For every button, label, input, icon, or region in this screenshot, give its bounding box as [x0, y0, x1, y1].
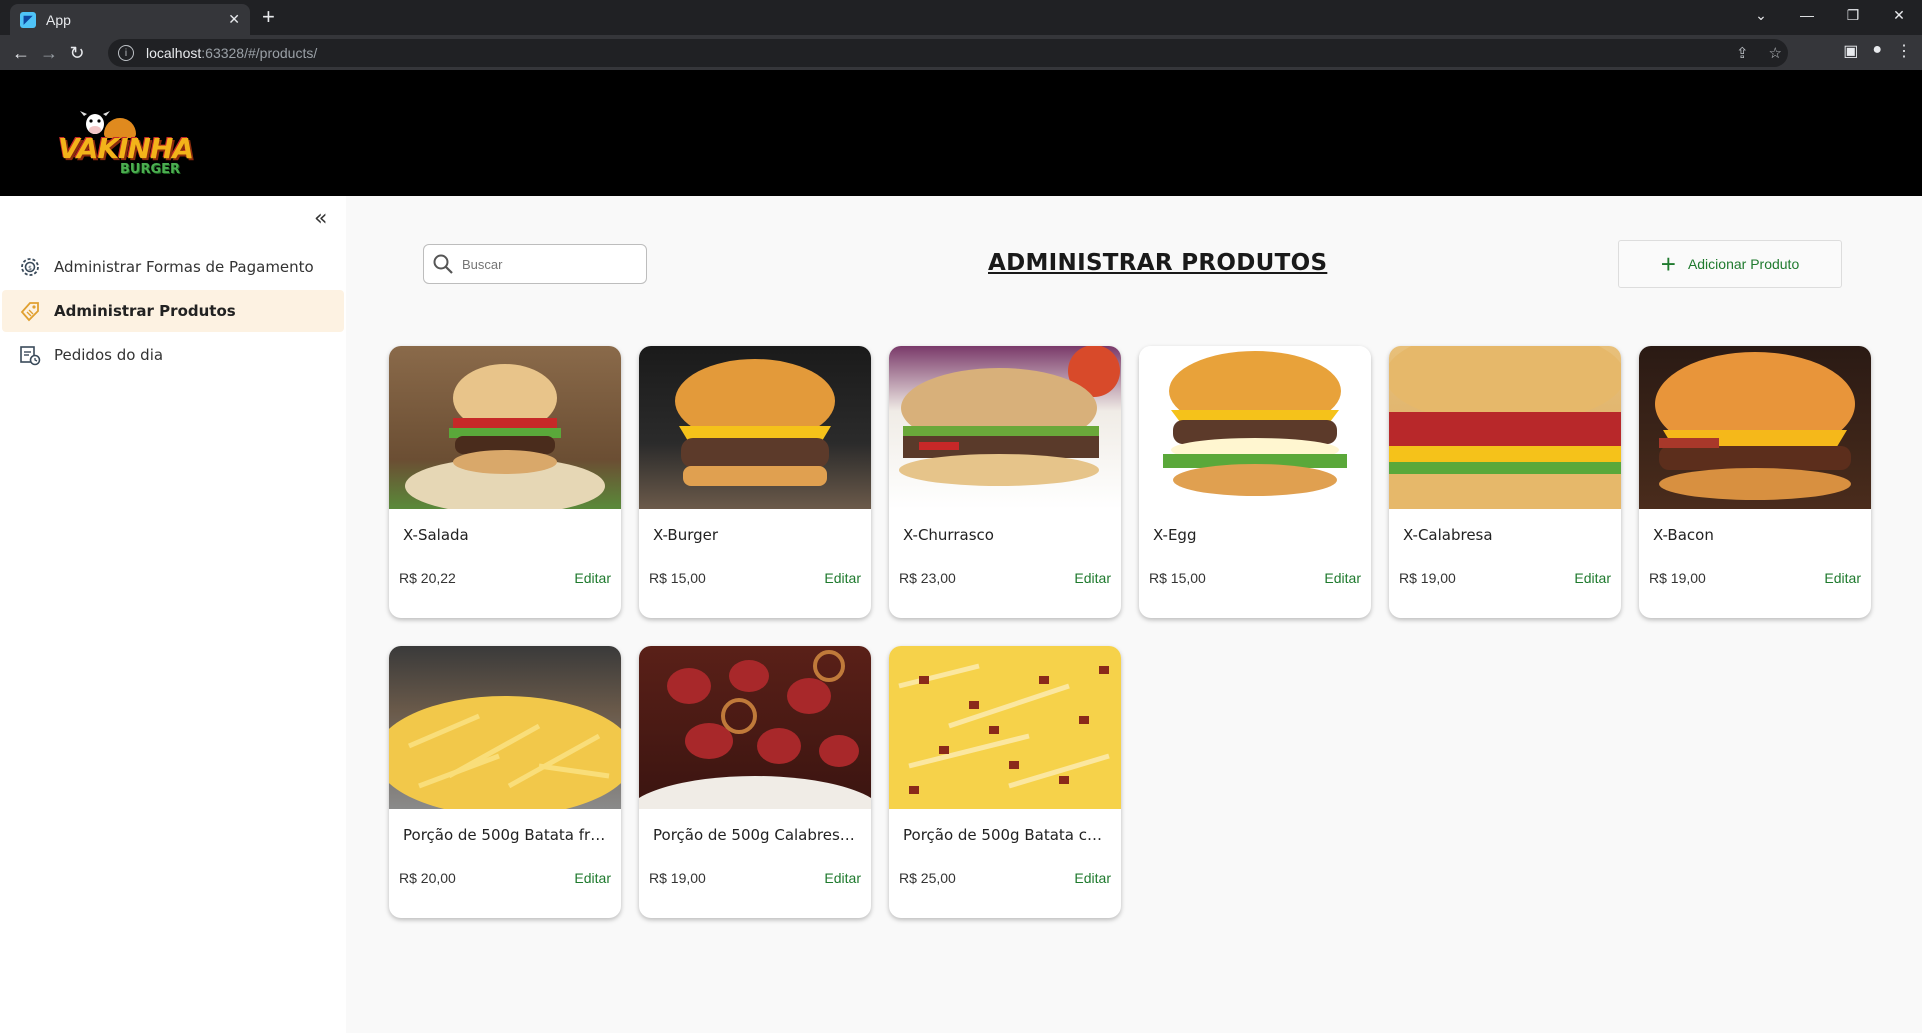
svg-text:$: $ — [28, 265, 32, 272]
app-header: VAKINHA BURGER — [0, 70, 1922, 196]
product-card[interactable]: X-Salada R$ 20,22 Editar — [389, 346, 621, 618]
edit-product-button[interactable]: Editar — [574, 570, 611, 586]
menu-kebab-icon[interactable]: ⋮ — [1896, 41, 1912, 61]
search-icon — [433, 254, 453, 274]
page-title: ADMINISTRAR PRODUTOS — [988, 250, 1328, 276]
product-price: R$ 15,00 — [649, 570, 706, 586]
edit-product-button[interactable]: Editar — [824, 570, 861, 586]
collapse-sidebar-icon[interactable]: « — [314, 206, 327, 231]
edit-product-button[interactable]: Editar — [1074, 570, 1111, 586]
product-card[interactable]: X-Egg R$ 15,00 Editar — [1139, 346, 1371, 618]
product-price: R$ 20,00 — [399, 870, 456, 886]
window-controls: ⌄ — ❐ ✕ — [1738, 0, 1922, 30]
product-image — [389, 346, 621, 509]
vakinha-burger-logo: VAKINHA BURGER — [58, 110, 194, 180]
product-image — [639, 646, 871, 809]
add-product-label: Adicionar Produto — [1687, 256, 1800, 272]
product-name: Porção de 500g Calabresa a... — [653, 826, 857, 844]
close-tab-icon[interactable]: ✕ — [228, 11, 240, 28]
add-product-button[interactable]: + Adicionar Produto — [1618, 240, 1842, 288]
search-box[interactable] — [423, 244, 647, 284]
tag-icon — [18, 299, 42, 323]
product-price: R$ 19,00 — [649, 870, 706, 886]
forward-icon[interactable]: → — [36, 40, 62, 66]
tab-search-icon[interactable]: ⌄ — [1738, 0, 1784, 30]
sidebar-item-label: Pedidos do dia — [54, 346, 164, 364]
product-price: R$ 19,00 — [1399, 570, 1456, 586]
new-tab-icon[interactable]: + — [262, 6, 275, 28]
tab-title: App — [46, 11, 71, 28]
gear-payment-icon: $ — [18, 255, 42, 279]
sidebar-item-payment-methods[interactable]: $ Administrar Formas de Pagamento — [2, 246, 344, 288]
edit-product-button[interactable]: Editar — [824, 870, 861, 886]
product-price: R$ 20,22 — [399, 570, 456, 586]
bookmark-star-icon[interactable]: ☆ — [1769, 44, 1782, 62]
url-path: :63328/#/products/ — [201, 45, 318, 61]
sidebar-item-orders[interactable]: Pedidos do dia — [2, 334, 344, 376]
profile-icon[interactable]: ● — [1872, 41, 1882, 61]
logo-sub: BURGER — [120, 162, 181, 177]
reload-icon[interactable]: ↻ — [64, 40, 90, 66]
orders-calendar-icon — [18, 343, 42, 367]
edit-product-button[interactable]: Editar — [1824, 570, 1861, 586]
browser-tab[interactable]: ◤ App ✕ — [10, 4, 250, 35]
product-image — [1389, 346, 1621, 509]
minimize-icon[interactable]: — — [1784, 0, 1830, 30]
product-card[interactable]: Porção de 500g Batata com ... R$ 25,00 E… — [889, 646, 1121, 918]
product-price: R$ 25,00 — [899, 870, 956, 886]
address-bar[interactable]: i localhost:63328/#/products/ — [108, 39, 1788, 67]
sidebar: « $ Administrar Formas de Pagamento Admi… — [0, 196, 346, 1033]
product-name: X-Bacon — [1653, 526, 1714, 544]
browser-tab-strip: ◤ App ✕ + ⌄ — ❐ ✕ — [0, 0, 1922, 35]
product-name: X-Burger — [653, 526, 719, 544]
edit-product-button[interactable]: Editar — [1574, 570, 1611, 586]
product-name: X-Churrasco — [903, 526, 994, 544]
edit-product-button[interactable]: Editar — [574, 870, 611, 886]
product-image — [1139, 346, 1371, 509]
back-icon[interactable]: ← — [8, 40, 34, 66]
main-content: ADMINISTRAR PRODUTOS + Adicionar Produto… — [346, 196, 1922, 1033]
sidebar-item-label: Administrar Produtos — [54, 302, 236, 320]
product-name: Porção de 500g Batata com ... — [903, 826, 1107, 844]
product-price: R$ 23,00 — [899, 570, 956, 586]
flutter-favicon-icon: ◤ — [20, 11, 36, 28]
share-icon[interactable]: ⇪ — [1736, 44, 1749, 62]
toolbar-actions: ▣ ● ⋮ — [1843, 41, 1912, 61]
product-card[interactable]: X-Burger R$ 15,00 Editar — [639, 346, 871, 618]
edit-product-button[interactable]: Editar — [1074, 870, 1111, 886]
browser-toolbar: ← → ↻ i localhost:63328/#/products/ ⇪ ☆ … — [0, 35, 1922, 70]
product-name: X-Calabresa — [1403, 526, 1493, 544]
product-price: R$ 15,00 — [1149, 570, 1206, 586]
product-card[interactable]: Porção de 500g Calabresa a... R$ 19,00 E… — [639, 646, 871, 918]
site-info-icon[interactable]: i — [118, 45, 134, 61]
product-image — [1639, 346, 1871, 509]
product-card[interactable]: X-Bacon R$ 19,00 Editar — [1639, 346, 1871, 618]
product-card[interactable]: X-Churrasco R$ 23,00 Editar — [889, 346, 1121, 618]
product-card[interactable]: X-Calabresa R$ 19,00 Editar — [1389, 346, 1621, 618]
close-window-icon[interactable]: ✕ — [1876, 0, 1922, 30]
product-image — [389, 646, 621, 809]
restore-icon[interactable]: ❐ — [1830, 0, 1876, 30]
search-input[interactable] — [462, 256, 622, 272]
plus-icon: + — [1660, 249, 1676, 279]
edit-product-button[interactable]: Editar — [1324, 570, 1361, 586]
product-price: R$ 19,00 — [1649, 570, 1706, 586]
product-image — [889, 646, 1121, 809]
product-card[interactable]: Porção de 500g Batata frita... R$ 20,00 … — [389, 646, 621, 918]
product-name: X-Egg — [1153, 526, 1197, 544]
url-host: localhost — [146, 45, 202, 61]
product-name: Porção de 500g Batata frita... — [403, 826, 607, 844]
sidebar-item-products[interactable]: Administrar Produtos — [2, 290, 344, 332]
logo-word: VAKINHA — [58, 132, 194, 165]
product-image — [889, 346, 1121, 509]
side-panel-icon[interactable]: ▣ — [1843, 41, 1858, 61]
product-name: X-Salada — [403, 526, 469, 544]
omnibox-actions: ⇪ ☆ — [1736, 44, 1782, 62]
product-image — [639, 346, 871, 509]
sidebar-item-label: Administrar Formas de Pagamento — [54, 258, 314, 276]
